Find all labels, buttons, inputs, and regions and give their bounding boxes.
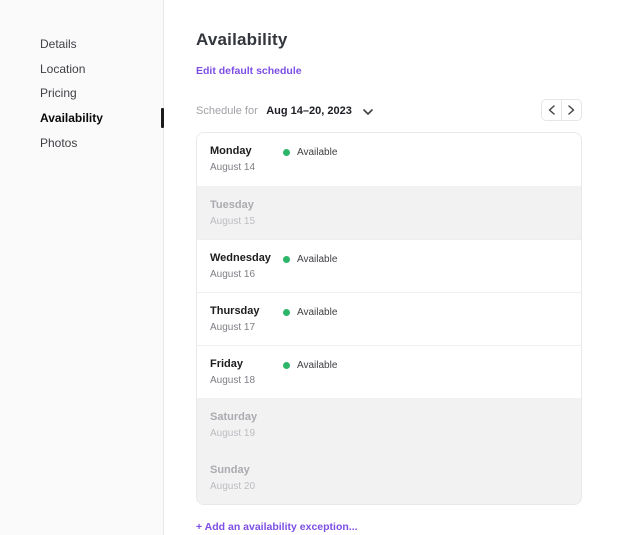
day-name: Tuesday xyxy=(210,199,283,211)
day-date: August 17 xyxy=(210,322,283,333)
status-label: Available xyxy=(297,254,337,265)
day-name: Friday xyxy=(210,358,283,370)
day-name: Wednesday xyxy=(210,252,283,264)
chevron-down-icon[interactable] xyxy=(363,109,373,115)
add-availability-exception-link[interactable]: + Add an availability exception... xyxy=(196,521,358,533)
schedule-for-label: Schedule for xyxy=(196,105,258,117)
status-label: Available xyxy=(297,147,337,158)
day-row[interactable]: Friday August 18 Available xyxy=(197,345,581,398)
sidebar-item-location[interactable]: Location xyxy=(0,57,163,82)
availability-page: Details Location Pricing Availability Ph… xyxy=(0,0,635,535)
day-date: August 15 xyxy=(210,216,283,227)
day-column: Tuesday August 15 xyxy=(210,199,283,239)
day-date: August 20 xyxy=(210,481,283,492)
available-status-dot-icon xyxy=(283,362,290,369)
day-column: Monday August 14 xyxy=(210,145,283,186)
week-schedule-card: Monday August 14 Available Tuesday Augus… xyxy=(196,132,582,505)
page-title: Availability xyxy=(196,30,635,50)
sidebar-item-details[interactable]: Details xyxy=(0,32,163,57)
edit-default-schedule-link[interactable]: Edit default schedule xyxy=(196,65,302,77)
sidebar-item-label: Availability xyxy=(40,111,103,125)
sidebar-item-label: Details xyxy=(40,37,77,51)
main-content: Availability Edit default schedule Sched… xyxy=(164,0,635,535)
day-column: Thursday August 17 xyxy=(210,305,283,345)
day-name: Thursday xyxy=(210,305,283,317)
day-date: August 19 xyxy=(210,428,283,439)
day-row[interactable]: Monday August 14 Available xyxy=(197,133,581,186)
sidebar-item-photos[interactable]: Photos xyxy=(0,130,163,155)
day-date: August 18 xyxy=(210,375,283,386)
day-date: August 16 xyxy=(210,269,283,280)
day-name: Saturday xyxy=(210,411,283,423)
chevron-left-icon xyxy=(548,103,555,118)
active-indicator-bar xyxy=(161,108,164,128)
day-status: Available xyxy=(283,306,337,318)
sidebar-item-label: Pricing xyxy=(40,86,77,100)
day-column: Friday August 18 xyxy=(210,358,283,398)
sidebar-item-label: Location xyxy=(40,62,85,76)
schedule-bar: Schedule for Aug 14–20, 2023 xyxy=(196,99,582,121)
week-pager xyxy=(541,99,582,121)
available-status-dot-icon xyxy=(283,149,290,156)
day-status: Available xyxy=(283,253,337,265)
day-name: Monday xyxy=(210,145,283,157)
day-row[interactable]: Wednesday August 16 Available xyxy=(197,239,581,292)
day-date: August 14 xyxy=(210,162,283,173)
day-status: Available xyxy=(283,146,337,158)
status-label: Available xyxy=(297,307,337,318)
available-status-dot-icon xyxy=(283,309,290,316)
day-column: Saturday August 19 xyxy=(210,411,283,451)
day-row[interactable]: Tuesday August 15 xyxy=(197,186,581,239)
day-row[interactable]: Saturday August 19 xyxy=(197,398,581,451)
status-label: Available xyxy=(297,360,337,371)
day-row[interactable]: Thursday August 17 Available xyxy=(197,292,581,345)
next-week-button[interactable] xyxy=(561,99,582,121)
day-status: Available xyxy=(283,359,337,371)
schedule-selector[interactable]: Schedule for Aug 14–20, 2023 xyxy=(196,101,373,119)
sidebar-item-availability[interactable]: Availability xyxy=(0,106,163,131)
previous-week-button[interactable] xyxy=(541,99,562,121)
sidebar-item-label: Photos xyxy=(40,136,77,150)
sidebar: Details Location Pricing Availability Ph… xyxy=(0,0,164,535)
day-name: Sunday xyxy=(210,464,283,476)
day-row[interactable]: Sunday August 20 xyxy=(197,451,581,504)
schedule-range-value: Aug 14–20, 2023 xyxy=(266,105,352,117)
day-column: Sunday August 20 xyxy=(210,464,283,504)
day-column: Wednesday August 16 xyxy=(210,252,283,292)
sidebar-item-pricing[interactable]: Pricing xyxy=(0,81,163,106)
chevron-right-icon xyxy=(568,103,575,118)
available-status-dot-icon xyxy=(283,256,290,263)
sidebar-nav: Details Location Pricing Availability Ph… xyxy=(0,32,163,155)
